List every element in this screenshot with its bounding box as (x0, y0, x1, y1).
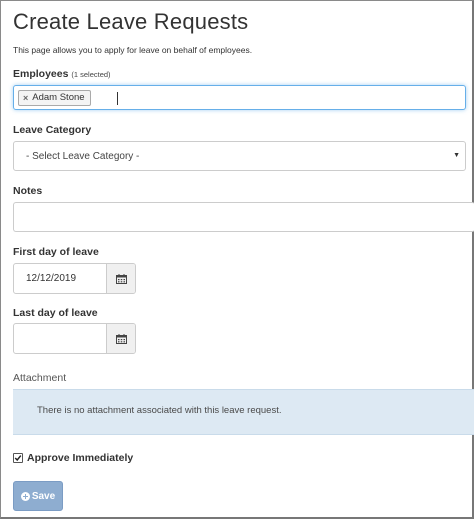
leave-category-select[interactable]: - Select Leave Category - ▼ (13, 141, 466, 171)
approve-immediately-checkbox[interactable] (13, 453, 23, 463)
checkmark-icon (14, 455, 22, 462)
dropdown-arrow-icon: ▼ (453, 152, 460, 159)
leave-category-value: - Select Leave Category - (26, 151, 140, 162)
approve-immediately-row: Approve Immediately (13, 452, 133, 464)
first-day-label: First day of leave (13, 246, 99, 258)
last-day-input[interactable] (14, 324, 107, 353)
save-button-label: Save (31, 490, 56, 502)
employees-count-note: (1 selected) (71, 70, 111, 79)
employees-label: Employees (1 selected) (13, 68, 111, 80)
first-day-date-group: 12/12/2019 (13, 263, 136, 294)
selected-employee-name: Adam Stone (32, 92, 85, 103)
page-intro: This page allows you to apply for leave … (13, 45, 253, 55)
plus-circle-icon (20, 491, 30, 501)
last-day-label: Last day of leave (13, 307, 98, 319)
text-cursor (117, 92, 118, 105)
calendar-icon (115, 273, 127, 284)
first-day-input[interactable]: 12/12/2019 (14, 264, 107, 293)
selected-employee-tag: × Adam Stone (18, 90, 91, 106)
last-day-date-group (13, 323, 136, 354)
last-day-calendar-button[interactable] (106, 324, 135, 353)
page-title: Create Leave Requests (13, 9, 249, 34)
calendar-icon (115, 333, 127, 344)
employees-label-text: Employees (13, 68, 69, 80)
attachment-label: Attachment (13, 372, 67, 384)
notes-input[interactable] (13, 202, 474, 232)
approve-immediately-label: Approve Immediately (27, 452, 134, 464)
remove-tag-icon[interactable]: × (23, 91, 28, 105)
attachment-info-panel: There is no attachment associated with t… (13, 389, 474, 435)
page-frame: Create Leave Requests This page allows y… (0, 0, 474, 519)
first-day-calendar-button[interactable] (106, 264, 135, 293)
save-button[interactable]: Save (13, 481, 63, 511)
attachment-message: There is no attachment associated with t… (37, 405, 282, 416)
notes-label: Notes (13, 185, 43, 197)
leave-category-label: Leave Category (13, 124, 92, 136)
employees-multiselect[interactable]: × Adam Stone (13, 85, 466, 110)
